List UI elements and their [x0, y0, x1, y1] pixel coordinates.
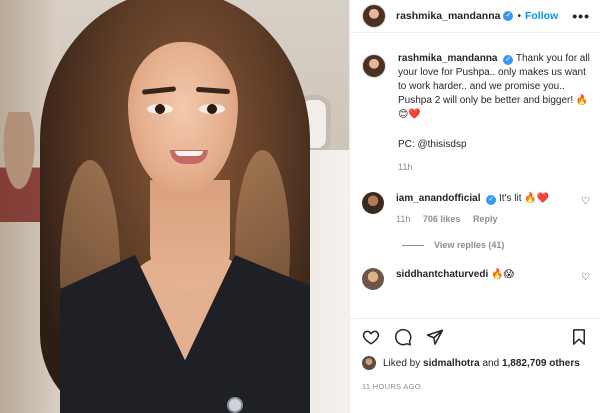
commenter-avatar[interactable] — [362, 192, 384, 214]
separator-dot: • — [517, 10, 521, 22]
more-options-icon[interactable]: ••• — [572, 8, 590, 24]
verified-badge-icon: ✓ — [503, 55, 514, 65]
post-photo[interactable] — [0, 0, 349, 413]
author-avatar[interactable] — [362, 4, 386, 28]
replies-divider — [402, 244, 424, 246]
save-bookmark-icon[interactable] — [570, 328, 588, 346]
comment-timestamp[interactable]: 11h — [396, 214, 410, 224]
likes-summary: Liked by sidmalhotra and 1,882,709 other… — [362, 356, 592, 370]
comments-section[interactable]: rashmika_mandanna ✓ Thank you for all yo… — [350, 34, 600, 317]
comment: siddhantchaturvedi 🔥😱 ♡ — [362, 268, 590, 290]
liker-avatar[interactable] — [362, 356, 376, 370]
post-header: rashmika_mandanna ✓ • Follow ••• — [350, 0, 600, 33]
neck — [150, 180, 230, 290]
reply-button[interactable]: Reply — [473, 214, 498, 224]
caption-credit: PC: @thisisdsp — [398, 139, 467, 150]
post-side-panel: rashmika_mandanna ✓ • Follow ••• rashmik… — [349, 0, 600, 413]
caption: rashmika_mandanna ✓ Thank you for all yo… — [362, 52, 590, 174]
action-bar — [350, 318, 600, 354]
comment-likes[interactable]: 706 likes — [423, 214, 461, 224]
likes-others-count[interactable]: 1,882,709 others — [502, 358, 580, 369]
teeth — [175, 151, 203, 156]
comment-meta: 11h 706 likes Reply — [396, 212, 590, 226]
comment-like-heart-icon[interactable]: ♡ — [581, 196, 590, 207]
liked-by-label: Liked by — [383, 357, 421, 369]
author-username[interactable]: rashmika_mandanna — [396, 10, 500, 22]
comment-text: It's lit 🔥❤️ — [499, 193, 550, 204]
comment-body: siddhantchaturvedi 🔥😱 — [396, 268, 590, 290]
comment-body: iam_anandofficial ✓ It's lit 🔥❤️ 11h 706… — [396, 192, 590, 226]
instagram-post: rashmika_mandanna ✓ • Follow ••• rashmik… — [0, 0, 600, 413]
liker-username[interactable]: sidmalhotra — [423, 358, 480, 369]
view-replies-button[interactable]: View replies (41) — [402, 240, 590, 250]
comment-username[interactable]: siddhantchaturvedi — [396, 269, 488, 280]
eye — [199, 104, 225, 114]
eye — [147, 104, 173, 114]
comment-like-heart-icon[interactable]: ♡ — [581, 272, 590, 283]
follow-button[interactable]: Follow — [525, 10, 558, 22]
author-avatar[interactable] — [362, 54, 386, 78]
verified-badge-icon: ✓ — [486, 195, 497, 205]
commenter-avatar[interactable] — [362, 268, 384, 290]
comment-icon[interactable] — [394, 328, 412, 346]
share-icon[interactable] — [426, 328, 444, 346]
caption-username[interactable]: rashmika_mandanna — [398, 53, 498, 64]
comment-text: 🔥😱 — [491, 269, 514, 280]
verified-badge-icon: ✓ — [503, 11, 514, 21]
like-heart-icon[interactable] — [362, 328, 380, 346]
comment-username[interactable]: iam_anandofficial — [396, 193, 480, 204]
comment: iam_anandofficial ✓ It's lit 🔥❤️ 11h 706… — [362, 192, 590, 226]
caption-timestamp[interactable]: 11h — [398, 160, 590, 174]
caption-body: rashmika_mandanna ✓ Thank you for all yo… — [398, 52, 590, 174]
view-replies-label: View replies (41) — [434, 240, 505, 250]
post-time-ago: 11 HOURS AGO — [362, 382, 421, 391]
likes-conjunction: and — [482, 357, 500, 369]
vest-button — [227, 397, 243, 413]
